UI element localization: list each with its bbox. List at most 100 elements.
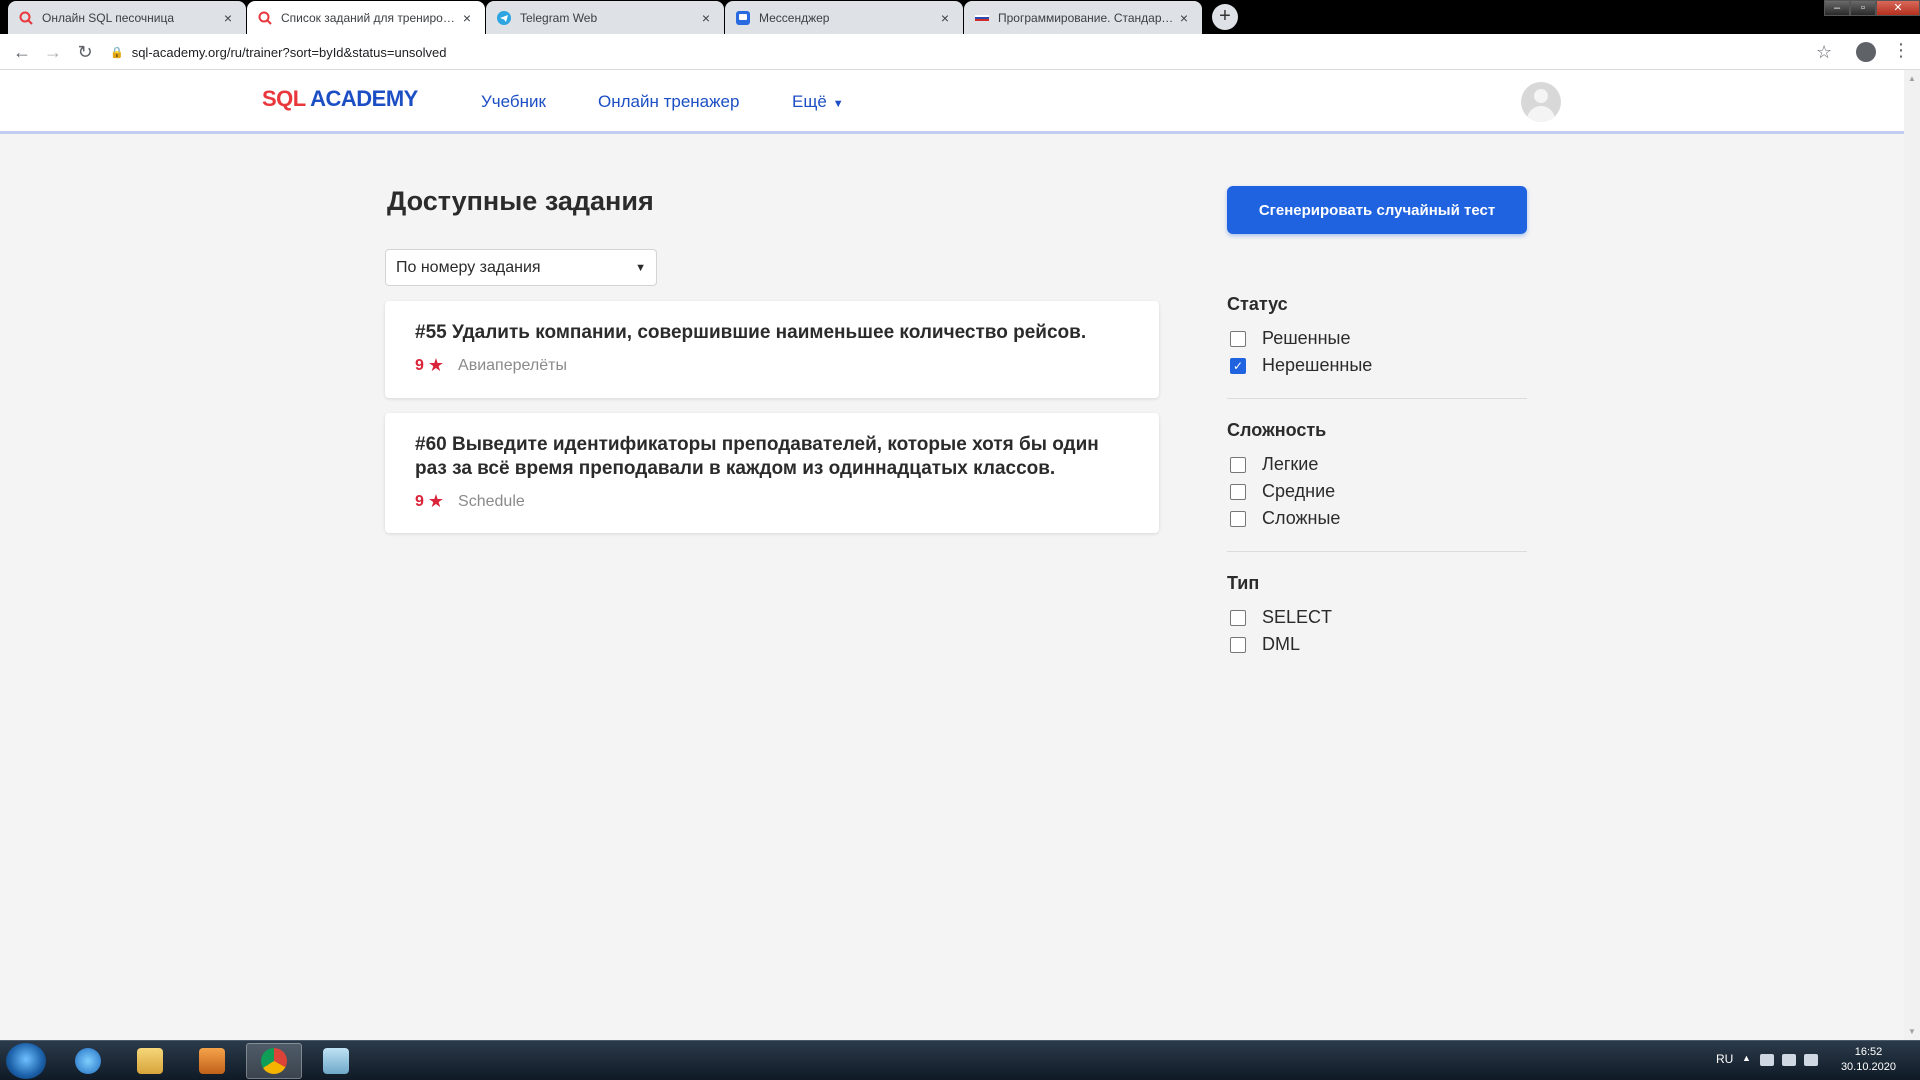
browser-menu-icon[interactable]: ⋮ [1892, 40, 1910, 61]
back-arrow-icon[interactable]: ← [12, 42, 32, 62]
sql-academy-favicon [257, 10, 273, 26]
tray-expand-icon[interactable]: ▲ [1742, 1053, 1751, 1063]
bookmark-star-icon[interactable]: ☆ [1816, 42, 1832, 63]
tab-close-icon[interactable]: × [698, 10, 714, 26]
filter-difficulty-hard[interactable]: Сложные [1230, 508, 1340, 529]
user-avatar[interactable] [1521, 82, 1561, 122]
nav-more-dropdown[interactable]: Ещё ▼ [792, 92, 844, 112]
task-title[interactable]: #55 Удалить компании, совершившие наимен… [415, 321, 1129, 345]
checkbox[interactable] [1230, 330, 1246, 347]
task-points: 9 [415, 492, 424, 510]
tab-close-icon[interactable]: × [459, 10, 475, 26]
taskbar-media-player-icon[interactable] [184, 1043, 240, 1079]
generate-random-test-button[interactable]: Сгенерировать случайный тест [1227, 186, 1527, 234]
sort-select-value: По номеру задания [396, 258, 541, 276]
forward-arrow-icon[interactable]: → [43, 42, 63, 62]
browser-tab[interactable]: Программирование. Стандартные × [964, 1, 1202, 34]
chrome-icon [261, 1048, 287, 1074]
browser-tab-active[interactable]: Список заданий для тренировки SQL × [247, 1, 485, 34]
taskbar-chrome-icon[interactable] [246, 1043, 302, 1079]
checkbox[interactable] [1230, 510, 1246, 527]
messenger-icon [735, 10, 751, 26]
filter-difficulty-easy[interactable]: Легкие [1230, 454, 1318, 475]
checkbox[interactable] [1230, 456, 1246, 473]
tab-close-icon[interactable]: × [937, 10, 953, 26]
reload-icon[interactable]: ↻ [75, 42, 95, 62]
volume-muted-icon[interactable] [1804, 1054, 1818, 1066]
task-meta: 9 ★ Schedule [415, 491, 1129, 512]
page-title: Доступные задания [387, 186, 654, 216]
browser-tab[interactable]: Мессенджер × [725, 1, 963, 34]
scroll-up-icon[interactable]: ▲ [1908, 74, 1916, 83]
filter-option-label: Средние [1262, 481, 1336, 501]
language-indicator[interactable]: RU [1716, 1052, 1733, 1066]
task-title[interactable]: #60 Выведите идентификаторы преподавател… [415, 433, 1129, 481]
lock-icon: 🔒 [110, 46, 124, 59]
browser-tab-title: Telegram Web [520, 10, 598, 25]
browser-tab-title: Онлайн SQL песочница [42, 10, 175, 25]
system-clock[interactable]: 16:52 30.10.2020 [1841, 1045, 1896, 1075]
window-close-button[interactable]: ✕ [1876, 0, 1920, 16]
logo-academy: ACADEMY [310, 86, 418, 111]
filter-type-title: Тип [1227, 573, 1260, 593]
filter-divider [1227, 398, 1527, 399]
task-points: 9 [415, 356, 424, 374]
address-bar: ← → ↻ 🔒 sql-academy.org/ru/trainer?sort=… [0, 34, 1920, 70]
task-database: Schedule [458, 492, 525, 510]
checkbox[interactable] [1230, 609, 1246, 626]
browser-tab[interactable]: Онлайн SQL песочница × [8, 1, 246, 34]
folder-icon [137, 1048, 163, 1074]
browser-profile-icon[interactable] [1856, 42, 1876, 62]
telegram-icon [496, 10, 512, 26]
filter-status-solved[interactable]: Решенные [1230, 328, 1351, 349]
taskbar-explorer-icon[interactable] [122, 1043, 178, 1079]
browser-tab-title: Список заданий для тренировки SQL [281, 10, 459, 25]
window-controls: – ▫ ✕ [1824, 0, 1920, 16]
checkbox[interactable] [1230, 636, 1246, 653]
checkbox-checked[interactable]: ✓ [1230, 357, 1246, 374]
sql-academy-favicon [18, 10, 34, 26]
clock-time: 16:52 [1854, 1046, 1883, 1058]
task-database: Авиаперелёты [458, 356, 567, 374]
scroll-down-icon[interactable]: ▼ [1908, 1027, 1916, 1036]
chevron-down-icon: ▼ [832, 98, 844, 110]
url-text: sql-academy.org/ru/trainer?sort=byId&sta… [131, 44, 447, 60]
start-button[interactable] [6, 1043, 46, 1079]
url-field[interactable]: 🔒 sql-academy.org/ru/trainer?sort=byId&s… [110, 40, 1800, 64]
filter-option-label: DML [1262, 634, 1301, 654]
ie-icon [75, 1048, 101, 1074]
task-meta: 9 ★ Авиаперелёты [415, 355, 1129, 376]
clock-date: 30.10.2020 [1840, 1061, 1896, 1073]
filter-divider [1227, 551, 1527, 552]
task-card[interactable]: #55 Удалить компании, совершившие наимен… [385, 301, 1159, 398]
filter-status-title: Статус [1227, 294, 1288, 314]
filter-option-label: Сложные [1262, 508, 1341, 528]
filter-option-label: Нерешенные [1262, 355, 1373, 375]
network-icon[interactable] [1782, 1054, 1796, 1066]
browser-tab-bar: Онлайн SQL песочница × Список заданий дл… [0, 0, 1920, 34]
browser-tab[interactable]: Telegram Web × [486, 1, 724, 34]
minimize-button[interactable]: – [1824, 0, 1850, 16]
task-card[interactable]: #60 Выведите идентификаторы преподавател… [385, 413, 1159, 533]
filter-type-select[interactable]: SELECT [1230, 607, 1332, 628]
filter-type-dml[interactable]: DML [1230, 634, 1300, 655]
site-logo[interactable]: SQL ACADEMY [262, 86, 418, 112]
nav-trainer-link[interactable]: Онлайн тренажер [598, 92, 739, 112]
filter-difficulty-medium[interactable]: Средние [1230, 481, 1335, 502]
action-center-flag-icon[interactable] [1760, 1054, 1774, 1066]
checkbox[interactable] [1230, 483, 1246, 500]
new-tab-button[interactable]: + [1212, 4, 1238, 30]
filter-option-label: Легкие [1262, 454, 1319, 474]
sort-select[interactable]: По номеру задания ▼ [385, 249, 657, 286]
page-scrollbar[interactable]: ▲ ▼ [1904, 70, 1920, 1040]
tab-close-icon[interactable]: × [220, 10, 236, 26]
taskbar-notes-icon[interactable] [308, 1043, 364, 1079]
nav-textbook-link[interactable]: Учебник [481, 92, 546, 112]
maximize-button[interactable]: ▫ [1850, 0, 1876, 16]
media-player-icon [199, 1048, 225, 1074]
browser-tab-title: Программирование. Стандартные [998, 10, 1176, 25]
filter-status-unsolved[interactable]: ✓ Нерешенные [1230, 355, 1372, 376]
tab-close-icon[interactable]: × [1176, 10, 1192, 26]
star-icon: ★ [427, 491, 445, 511]
taskbar-ie-icon[interactable] [60, 1043, 116, 1079]
